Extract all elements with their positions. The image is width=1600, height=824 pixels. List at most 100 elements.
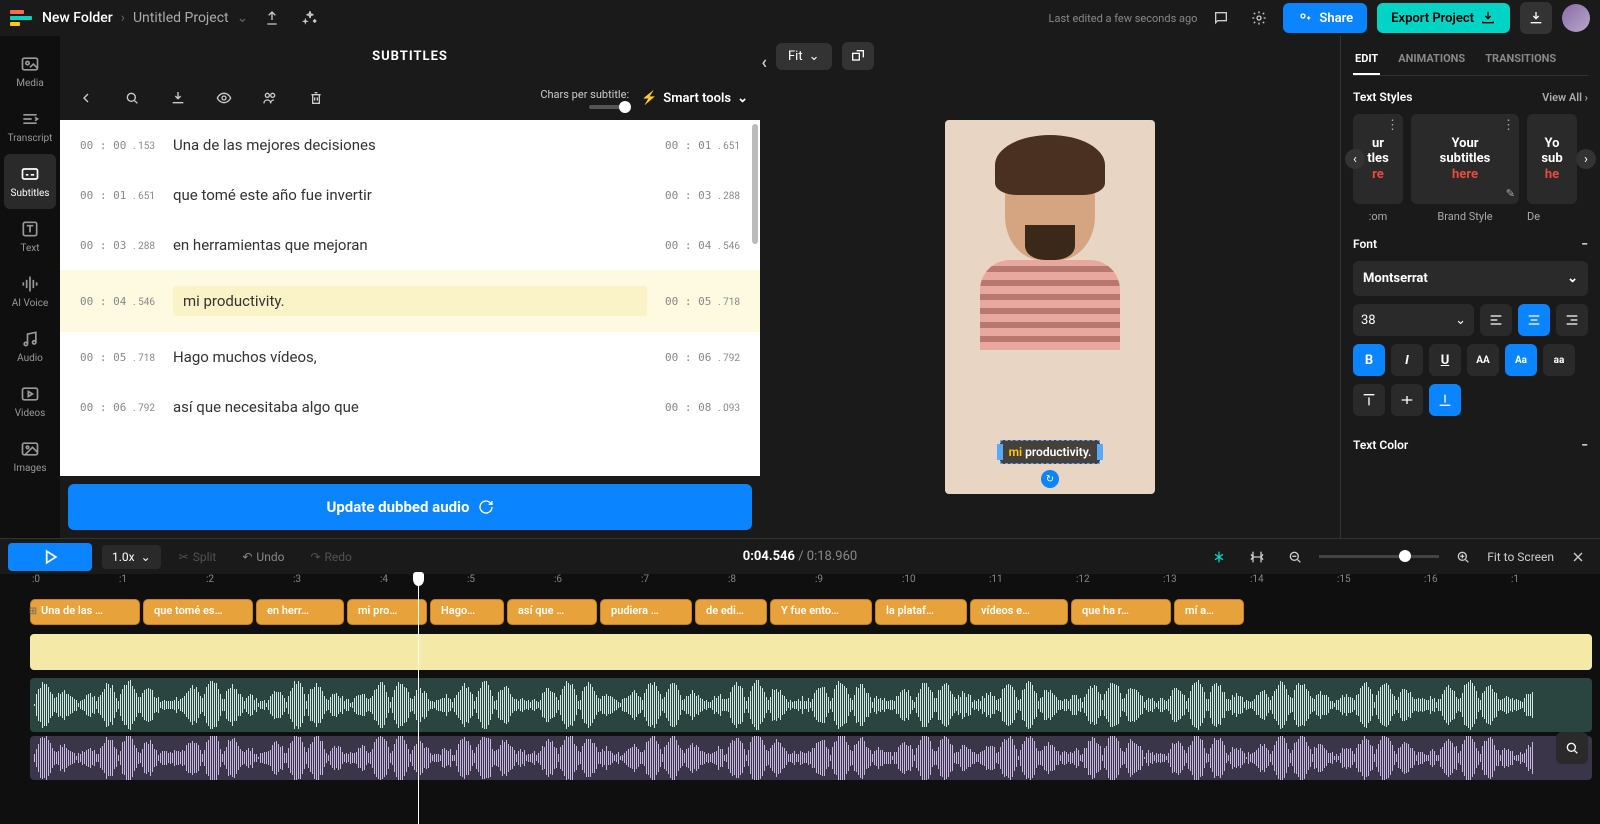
undo-button[interactable]: ↶ Undo: [234, 546, 292, 568]
fit-dropdown[interactable]: Fit⌄: [776, 43, 832, 70]
scrollbar[interactable]: [752, 124, 758, 244]
sidebar-item-media[interactable]: Media: [0, 44, 60, 99]
audio-track-2[interactable]: [30, 736, 1592, 780]
align-left-icon[interactable]: [1480, 304, 1512, 336]
timeline-clip[interactable]: Hago…: [430, 599, 504, 625]
sidebar-item-videos[interactable]: Videos: [0, 374, 60, 429]
breadcrumb-project[interactable]: Untitled Project: [133, 10, 229, 26]
style-card-3[interactable]: Yosubhe: [1527, 114, 1577, 204]
style-card-2[interactable]: ⋮ Yoursubtitleshere ✎: [1411, 114, 1519, 204]
resize-handle-right[interactable]: [1097, 444, 1103, 460]
sidebar-item-text[interactable]: Text: [0, 209, 60, 264]
trim-icon[interactable]: [1243, 543, 1271, 571]
view-all-link[interactable]: View All ›: [1542, 91, 1588, 104]
subtitle-row[interactable]: 00 : 00 . 153 Una de las mejores decisio…: [60, 120, 760, 170]
italic-button[interactable]: I: [1391, 344, 1423, 376]
back-icon[interactable]: [72, 84, 100, 112]
settings-icon[interactable]: [1245, 4, 1273, 32]
delete-icon[interactable]: [302, 84, 330, 112]
subtitle-row[interactable]: 00 : 04 . 546 mi productivity. 00 : 05 .…: [60, 270, 760, 332]
edit-style-icon[interactable]: ✎: [1506, 187, 1515, 200]
timeline-clip[interactable]: que ha r…: [1071, 599, 1171, 625]
tab-transitions[interactable]: TRANSITIONS: [1483, 44, 1558, 75]
zoom-in-icon[interactable]: [1449, 543, 1477, 571]
font-size-select[interactable]: 38⌄: [1353, 304, 1474, 336]
close-timeline-icon[interactable]: [1564, 543, 1592, 571]
smart-tools-button[interactable]: ⚡Smart tools⌄: [641, 91, 748, 106]
tab-animations[interactable]: ANIMATIONS: [1396, 44, 1467, 75]
sidebar-item-subtitles[interactable]: Subtitles: [4, 154, 56, 209]
speed-select[interactable]: 1.0x⌄: [102, 545, 161, 569]
playhead[interactable]: [418, 574, 419, 824]
timeline-clip[interactable]: mí a…: [1174, 599, 1244, 625]
subtitle-overlay[interactable]: mi productivity.: [1000, 440, 1101, 464]
search-icon[interactable]: [118, 84, 146, 112]
valign-middle-icon[interactable]: [1391, 384, 1423, 416]
zoom-out-icon[interactable]: [1281, 543, 1309, 571]
bold-button[interactable]: B: [1353, 344, 1385, 376]
styles-next-icon[interactable]: ›: [1576, 149, 1596, 169]
subtitle-track[interactable]: ⊞ Una de las …que tomé es…en herr…mi pro…: [22, 598, 1600, 626]
redo-button[interactable]: ↷ Redo: [302, 546, 359, 568]
subtitle-row[interactable]: 00 : 01 . 651 que tomé este año fue inve…: [60, 170, 760, 220]
export-button[interactable]: Export Project: [1377, 3, 1510, 33]
sparkle-icon[interactable]: [296, 4, 324, 32]
valign-top-icon[interactable]: [1353, 384, 1385, 416]
font-family-select[interactable]: Montserrat⌄: [1353, 261, 1588, 296]
timeline-clip[interactable]: de edi…: [695, 599, 767, 625]
subtitle-list[interactable]: 00 : 00 . 153 Una de las mejores decisio…: [60, 120, 760, 476]
timeline-clip[interactable]: así que …: [507, 599, 597, 625]
sidebar-item-ai-voice[interactable]: AI Voice: [0, 264, 60, 319]
video-preview[interactable]: mi productivity. ↻: [945, 120, 1155, 494]
sidebar-item-images[interactable]: Images: [0, 429, 60, 484]
timeline-clip[interactable]: pudiera …: [600, 599, 692, 625]
collapse-icon[interactable]: −: [1581, 438, 1588, 452]
underline-button[interactable]: U: [1429, 344, 1461, 376]
collapse-panel-icon[interactable]: ‹: [761, 52, 768, 73]
lowercase-button[interactable]: aa: [1543, 344, 1575, 376]
fit-to-screen-button[interactable]: Fit to Screen: [1487, 550, 1554, 564]
chevron-down-icon[interactable]: ⌄: [237, 10, 249, 26]
timeline-clip[interactable]: vídeos e…: [970, 599, 1068, 625]
subtitle-row[interactable]: 00 : 03 . 288 en herramientas que mejora…: [60, 220, 760, 270]
snap-icon[interactable]: [1205, 543, 1233, 571]
split-button[interactable]: ✂ Split: [171, 546, 225, 568]
align-right-icon[interactable]: [1556, 304, 1588, 336]
timeline[interactable]: :0:1:2:3:4:5:6:7:8:9:10:11:12:13:14:15:1…: [0, 574, 1600, 824]
subtitle-row[interactable]: 00 : 05 . 718 Hago muchos vídeos, 00 : 0…: [60, 332, 760, 382]
timeline-clip[interactable]: que tomé es…: [143, 599, 253, 625]
chars-slider[interactable]: [589, 105, 629, 109]
timeline-clip[interactable]: Y fue ento…: [770, 599, 872, 625]
more-icon[interactable]: ⋮: [1502, 118, 1515, 133]
refresh-overlay-icon[interactable]: ↻: [1041, 470, 1059, 488]
timeline-search-icon[interactable]: [1556, 732, 1588, 764]
resize-handle-left[interactable]: [997, 444, 1003, 460]
uppercase-button[interactable]: AA: [1467, 344, 1499, 376]
subtitle-row[interactable]: 00 : 06 . 792 así que necesitaba algo qu…: [60, 382, 760, 432]
update-dubbed-audio-button[interactable]: Update dubbed audio: [68, 484, 752, 530]
valign-bottom-icon[interactable]: [1429, 384, 1461, 416]
sidebar-item-audio[interactable]: Audio: [0, 319, 60, 374]
zoom-slider[interactable]: [1319, 555, 1439, 558]
sidebar-item-transcript[interactable]: Transcript: [0, 99, 60, 154]
timeline-clip[interactable]: mi pro…: [347, 599, 427, 625]
tab-edit[interactable]: EDIT: [1353, 44, 1380, 75]
video-track[interactable]: [30, 634, 1592, 670]
timeline-ruler[interactable]: :0:1:2:3:4:5:6:7:8:9:10:11:12:13:14:15:1…: [0, 574, 1600, 592]
download-icon[interactable]: [1520, 2, 1552, 34]
timeline-clip[interactable]: la plataf…: [875, 599, 967, 625]
download-subtitles-icon[interactable]: [164, 84, 192, 112]
timeline-clip[interactable]: en herr…: [256, 599, 344, 625]
app-logo[interactable]: [10, 10, 32, 26]
play-button[interactable]: [8, 543, 92, 571]
speakers-icon[interactable]: [256, 84, 284, 112]
comment-icon[interactable]: [1207, 4, 1235, 32]
popout-icon[interactable]: [842, 42, 874, 70]
upload-icon[interactable]: [258, 4, 286, 32]
user-avatar[interactable]: [1562, 4, 1590, 32]
share-button[interactable]: Share: [1283, 3, 1367, 33]
timeline-clip[interactable]: Una de las …: [30, 599, 140, 625]
capitalize-button[interactable]: Aa: [1505, 344, 1537, 376]
more-icon[interactable]: ⋮: [1386, 118, 1399, 133]
collapse-icon[interactable]: −: [1581, 237, 1588, 251]
